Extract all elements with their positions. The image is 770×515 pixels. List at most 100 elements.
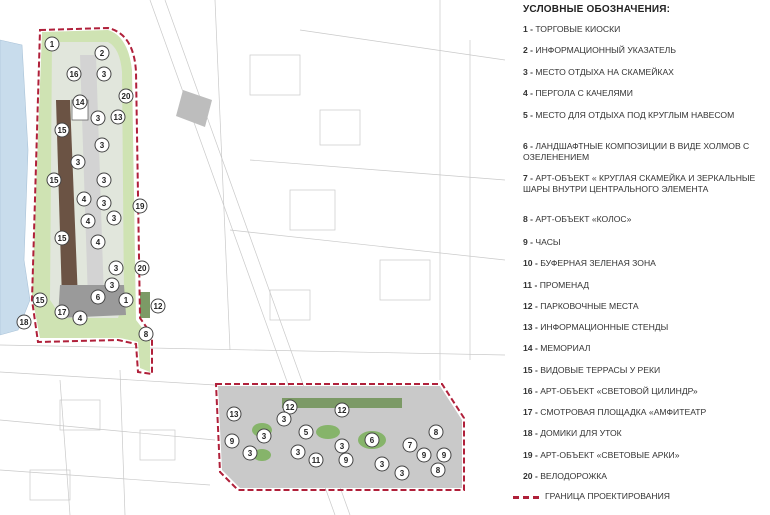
legend-item-number: 18 - [523, 428, 538, 438]
legend-item: 14 - МЕМОРИАЛ [523, 343, 768, 354]
map-marker-label: 9 [230, 437, 235, 446]
legend-item-label: АРТ-ОБЪЕКТ « КРУГЛАЯ СКАМЕЙКА И ЗЕРКАЛЬН… [523, 173, 756, 194]
map-marker-label: 20 [138, 264, 147, 273]
map-marker-label: 14 [76, 98, 85, 107]
legend-item: 17 - СМОТРОВАЯ ПЛОЩАДКА «АМФИТЕАТР [523, 407, 768, 418]
legend-item-label: ВИДОВЫЕ ТЕРРАСЫ У РЕКИ [540, 365, 661, 375]
legend: УСЛОВНЫЕ ОБОЗНАЧЕНИЯ: 1 - ТОРГОВЫЕ КИОСК… [505, 0, 770, 515]
map-marker-label: 4 [78, 314, 83, 323]
legend-item-label: ДОМИКИ ДЛЯ УТОК [540, 428, 622, 438]
legend-item: 3 - МЕСТО ОТДЫХА НА СКАМЕЙКАХ [523, 67, 768, 78]
legend-item: 9 - ЧАСЫ [523, 237, 768, 248]
map-marker-label: 8 [144, 330, 149, 339]
legend-item: 6 - ЛАНДШАФТНЫЕ КОМПОЗИЦИИ В ВИДЕ ХОЛМОВ… [523, 141, 768, 162]
map-marker-label: 3 [262, 432, 267, 441]
legend-item-label: ПРОМЕНАД [539, 280, 590, 290]
legend-title: УСЛОВНЫЕ ОБОЗНАЧЕНИЯ: [523, 4, 671, 15]
legend-item-number: 17 - [523, 407, 538, 417]
south-hill-2 [316, 425, 340, 439]
legend-item-label: СМОТРОВАЯ ПЛОЩАДКА «АМФИТЕАТР [540, 407, 707, 417]
legend-item-label: ТОРГОВЫЕ КИОСКИ [535, 24, 621, 34]
legend-item-label: ЧАСЫ [535, 237, 561, 247]
map-marker-label: 3 [400, 469, 405, 478]
legend-item-label: ЛАНДШАФТНЫЕ КОМПОЗИЦИИ В ВИДЕ ХОЛМОВ С О… [523, 141, 750, 162]
grey-building [176, 90, 212, 127]
map-marker-label: 12 [154, 302, 163, 311]
legend-item: 10 - БУФЕРНАЯ ЗЕЛЕНАЯ ЗОНА [523, 258, 768, 269]
map-marker-label: 16 [70, 70, 79, 79]
map-marker-label: 1 [124, 296, 129, 305]
map-marker-label: 3 [102, 70, 107, 79]
legend-item-number: 4 - [523, 88, 534, 98]
legend-item-number: 8 - [523, 214, 534, 224]
parking-north [140, 292, 150, 318]
legend-item-number: 3 - [523, 67, 534, 77]
legend-item: 1 - ТОРГОВЫЕ КИОСКИ [523, 24, 768, 35]
map-marker-label: 13 [230, 410, 239, 419]
legend-item-number: 7 - [523, 173, 534, 183]
legend-item-label: ИНФОРМАЦИОННЫЙ УКАЗАТЕЛЬ [535, 45, 676, 55]
legend-item-number: 2 - [523, 45, 534, 55]
legend-item-label: ИНФОРМАЦИОННЫЕ СТЕНДЫ [540, 322, 669, 332]
legend-item-number: 14 - [523, 343, 538, 353]
legend-item-label: ПЕРГОЛА С КАЧЕЛЯМИ [535, 88, 633, 98]
legend-item-number: 5 - [523, 110, 534, 120]
legend-item-number: 12 - [523, 301, 538, 311]
map-marker-label: 9 [344, 456, 349, 465]
map-marker-label: 7 [408, 441, 413, 450]
map-marker-label: 4 [86, 217, 91, 226]
legend-item-label: АРТ-ОБЪЕКТ «СВЕТОВОЙ ЦИЛИНДР» [540, 386, 698, 396]
legend-item: 19 - АРТ-ОБЪЕКТ «СВЕТОВЫЕ АРКИ» [523, 450, 768, 461]
legend-item-number: 1 - [523, 24, 534, 34]
legend-item-label: АРТ-ОБЪЕКТ «КОЛОС» [535, 214, 632, 224]
legend-item: 16 - АРТ-ОБЪЕКТ «СВЕТОВОЙ ЦИЛИНДР» [523, 386, 768, 397]
legend-item: 15 - ВИДОВЫЕ ТЕРРАСЫ У РЕКИ [523, 365, 768, 376]
map-marker-label: 6 [96, 293, 101, 302]
map-marker-label: 3 [114, 264, 119, 273]
legend-item: 4 - ПЕРГОЛА С КАЧЕЛЯМИ [523, 88, 768, 99]
legend-item: 7 - АРТ-ОБЪЕКТ « КРУГЛАЯ СКАМЕЙКА И ЗЕРК… [523, 173, 768, 194]
map-marker-label: 4 [82, 195, 87, 204]
legend-item-label: МЕМОРИАЛ [540, 343, 591, 353]
legend-item: 20 - ВЕЛОДОРОЖКА [523, 471, 768, 482]
legend-item-label: ПАРКОВОЧНЫЕ МЕСТА [540, 301, 639, 311]
legend-item-number: 13 - [523, 322, 538, 332]
legend-item: 12 - ПАРКОВОЧНЫЕ МЕСТА [523, 301, 768, 312]
site-plan-map: 1216 320143 13153315 34 3 194 315 43 20315 161217… [0, 0, 505, 515]
legend-item-label: АРТ-ОБЪЕКТ «СВЕТОВЫЕ АРКИ» [540, 450, 680, 460]
legend-item: 5 - МЕСТО ДЛЯ ОТДЫХА ПОД КРУГЛЫМ НАВЕСОМ [523, 110, 768, 121]
map-marker-label: 2 [100, 49, 105, 58]
legend-item-number: 15 - [523, 365, 538, 375]
map-marker-label: 15 [58, 126, 67, 135]
map-marker-label: 15 [58, 234, 67, 243]
map-marker-label: 9 [442, 451, 447, 460]
river [0, 39, 31, 336]
legend-item-number: 9 - [523, 237, 534, 247]
map-marker-label: 12 [338, 406, 347, 415]
legend-item-number: 16 - [523, 386, 538, 396]
map-marker-label: 9 [422, 451, 427, 460]
map-marker-label: 11 [312, 456, 321, 465]
map-marker-label: 19 [136, 202, 145, 211]
legend-item-label: МЕСТО ДЛЯ ОТДЫХА ПОД КРУГЛЫМ НАВЕСОМ [535, 110, 735, 120]
legend-item-label: МЕСТО ОТДЫХА НА СКАМЕЙКАХ [535, 67, 674, 77]
map-marker-label: 20 [122, 92, 131, 101]
legend-item: 8 - АРТ-ОБЪЕКТ «КОЛОС» [523, 214, 768, 225]
map-marker-label: 12 [286, 403, 295, 412]
map-marker-label: 5 [304, 428, 309, 437]
legend-item: 2 - ИНФОРМАЦИОННЫЙ УКАЗАТЕЛЬ [523, 45, 768, 56]
boundary-line-swatch [513, 496, 539, 499]
legend-item-label: ВЕЛОДОРОЖКА [540, 471, 608, 481]
map-marker-label: 13 [114, 113, 123, 122]
legend-item-label: БУФЕРНАЯ ЗЕЛЕНАЯ ЗОНА [540, 258, 656, 268]
map-marker-label: 1 [50, 40, 55, 49]
map-marker-label: 3 [110, 281, 115, 290]
map-marker-label: 18 [20, 318, 29, 327]
map-marker-label: 3 [282, 415, 287, 424]
legend-item-number: 19 - [523, 450, 538, 460]
legend-item-number: 20 - [523, 471, 538, 481]
legend-item: 13 - ИНФОРМАЦИОННЫЕ СТЕНДЫ [523, 322, 768, 333]
map-marker-label: 3 [96, 114, 101, 123]
legend-item-number: 6 - [523, 141, 534, 151]
map-marker-label: 15 [36, 296, 45, 305]
